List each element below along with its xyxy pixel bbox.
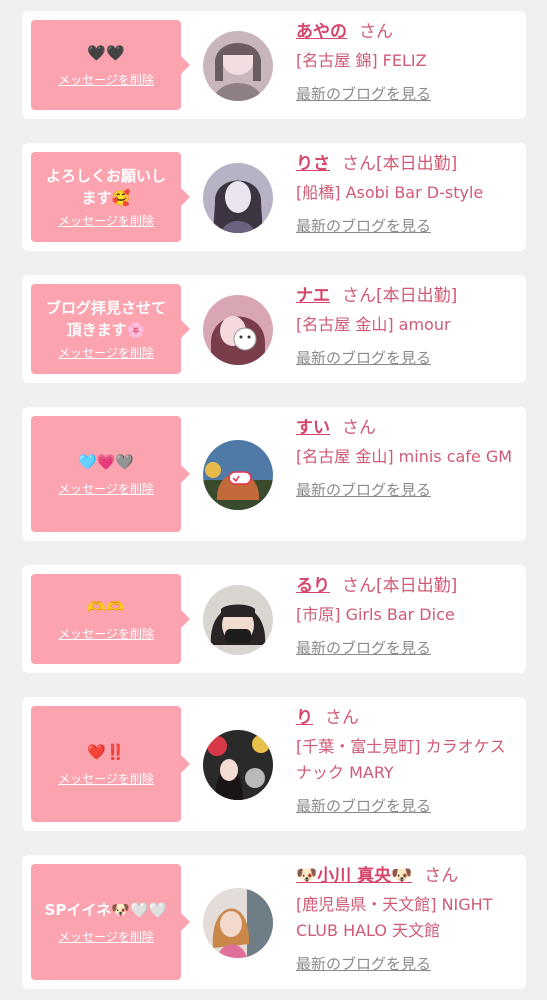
message-bubble: 🩵💗🩶 メッセージを削除 [31, 416, 190, 532]
user-name-link[interactable]: ナエ [296, 286, 330, 306]
name-suffix: さん [359, 22, 393, 42]
avatar[interactable] [203, 163, 273, 233]
list-item: ❤️‼️ メッセージを削除 りさん [千葉・富士見町] カラオケスナック MAR… [22, 697, 526, 831]
delete-message-link[interactable]: メッセージを削除 [58, 771, 154, 787]
message-bubble: 🫶🫶 メッセージを削除 [31, 574, 190, 664]
avatar-photo-icon [203, 31, 273, 101]
name-suffix: さん [424, 866, 459, 886]
shop-name: [名古屋 金山] amour [296, 315, 451, 334]
name-suffix: さん [325, 708, 359, 728]
avatar-photo-icon [203, 163, 273, 233]
message-bubble: SPイイネ🐶🤍🤍 メッセージを削除 [31, 864, 190, 980]
message-text: 🖤🖤 [87, 44, 125, 62]
avatar[interactable] [203, 585, 273, 655]
avatar[interactable] [203, 31, 273, 101]
shop-name: [市原] Girls Bar Dice [296, 605, 455, 624]
avatar[interactable] [203, 730, 273, 800]
user-name-link[interactable]: 🐶小川 真央🐶 [296, 866, 412, 886]
user-name-link[interactable]: りさ [296, 154, 330, 174]
message-bubble: ❤️‼️ メッセージを削除 [31, 706, 190, 822]
message-bubble: よろしくお願いし ます🥰 メッセージを削除 [31, 152, 190, 242]
name-suffix: さん[本日出勤] [342, 286, 458, 306]
delete-message-link[interactable]: メッセージを削除 [58, 213, 154, 229]
latest-blog-link[interactable]: 最新のブログを見る [296, 216, 431, 236]
avatar[interactable] [203, 295, 273, 365]
delete-message-link[interactable]: メッセージを削除 [58, 345, 154, 361]
message-list: 🖤🖤 メッセージを削除 あやの さん [名古屋 錦] FELIZ 最新のブログを見… [0, 0, 547, 1000]
message-text: SPイイネ🐶🤍🤍 [44, 901, 168, 919]
message-text: 🩵💗🩶 [77, 453, 135, 471]
delete-message-link[interactable]: メッセージを削除 [58, 626, 154, 642]
name-suffix: さん [342, 418, 376, 438]
message-bubble: 🖤🖤 メッセージを削除 [31, 20, 190, 110]
message-text: よろしくお願いし ます🥰 [45, 167, 166, 207]
avatar-photo-icon [203, 585, 273, 655]
name-suffix: さん[本日出勤] [342, 576, 458, 596]
message-bubble: ブログ拝見させて 頂きます🌸 メッセージを削除 [31, 284, 190, 374]
user-name-link[interactable]: り [296, 708, 313, 728]
avatar[interactable] [203, 888, 273, 958]
latest-blog-link[interactable]: 最新のブログを見る [296, 954, 431, 974]
list-item: ブログ拝見させて 頂きます🌸 メッセージを削除 ナエ さん[本日出勤] [名古屋 … [22, 275, 526, 383]
user-name-link[interactable]: すい [296, 418, 330, 438]
user-name-link[interactable]: るり [296, 576, 330, 596]
user-name-link[interactable]: あやの [296, 22, 347, 42]
latest-blog-link[interactable]: 最新のブログを見る [296, 796, 431, 816]
latest-blog-link[interactable]: 最新のブログを見る [296, 84, 431, 104]
avatar-photo-icon [203, 295, 273, 365]
list-item: 🖤🖤 メッセージを削除 あやの さん [名古屋 錦] FELIZ 最新のブログを見… [22, 11, 526, 119]
list-item: よろしくお願いし ます🥰 メッセージを削除 りさ さん[本日出勤] [船橋] As… [22, 143, 526, 251]
latest-blog-link[interactable]: 最新のブログを見る [296, 638, 431, 658]
shop-name: [鹿児島県・天文館] NIGHT CLUB HALO 天文館 [296, 895, 493, 940]
avatar[interactable] [203, 440, 273, 510]
delete-message-link[interactable]: メッセージを削除 [58, 481, 154, 497]
delete-message-link[interactable]: メッセージを削除 [58, 929, 154, 945]
avatar-photo-icon [203, 440, 273, 510]
latest-blog-link[interactable]: 最新のブログを見る [296, 480, 431, 500]
list-item: 🩵💗🩶 メッセージを削除 すい さん [名古屋 金山] minis cafe GM… [22, 407, 526, 541]
list-item: 🫶🫶 メッセージを削除 るり さん[本日出勤] [市原] Girls Bar Di… [22, 565, 526, 673]
message-text: 🫶🫶 [87, 598, 125, 616]
shop-name: [千葉・富士見町] カラオケスナック MARY [296, 737, 506, 782]
avatar-photo-icon [203, 730, 273, 800]
message-text: ブログ拝見させて 頂きます🌸 [45, 299, 166, 339]
shop-name: [名古屋 金山] minis cafe GM [296, 447, 513, 466]
shop-name: [船橋] Asobi Bar D-style [296, 183, 484, 202]
message-text: ❤️‼️ [87, 743, 125, 761]
shop-name: [名古屋 錦] FELIZ [296, 51, 427, 70]
avatar-photo-icon [203, 888, 273, 958]
list-item: SPイイネ🐶🤍🤍 メッセージを削除 🐶小川 真央🐶 さん [鹿児島県・天文館] N… [22, 855, 526, 989]
latest-blog-link[interactable]: 最新のブログを見る [296, 348, 431, 368]
name-suffix: さん[本日出勤] [342, 154, 458, 174]
delete-message-link[interactable]: メッセージを削除 [58, 72, 154, 88]
